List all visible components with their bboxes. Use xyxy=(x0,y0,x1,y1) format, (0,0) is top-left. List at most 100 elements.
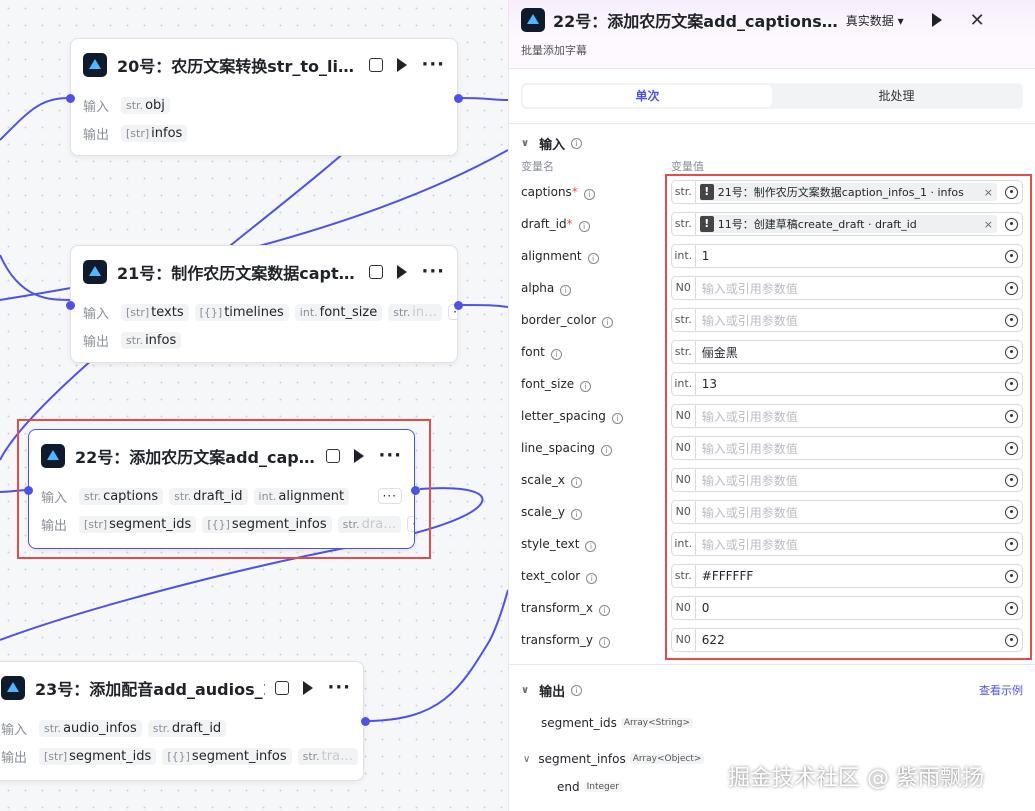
node-20[interactable]: 20号：农历文案转换str_to_li… ··· 输入 str. obj 输出 [… xyxy=(70,38,458,156)
node-21[interactable]: 21号：制作农历文案数据capt… ··· 输入 [str] texts [{}]… xyxy=(70,245,458,363)
variable-ref-icon[interactable] xyxy=(1005,281,1018,295)
input-port[interactable] xyxy=(66,94,75,103)
input-port[interactable] xyxy=(24,486,33,495)
variable-ref-icon[interactable] xyxy=(1005,569,1018,583)
highlight-box xyxy=(665,174,1032,660)
run-button[interactable] xyxy=(931,13,942,27)
input-section-header[interactable]: ∨ 输入 i xyxy=(509,128,1035,158)
tool-icon[interactable] xyxy=(369,58,384,72)
variable-ref-icon[interactable] xyxy=(1005,377,1018,391)
info-icon: i xyxy=(550,348,562,360)
info-icon: i xyxy=(578,220,590,232)
tab-batch[interactable]: 批处理 xyxy=(772,85,1021,107)
output-tag: [{}] segment_infos xyxy=(202,515,332,533)
variable-ref-icon[interactable] xyxy=(1005,441,1018,455)
info-icon: i xyxy=(571,508,583,520)
variable-ref-icon[interactable] xyxy=(1005,601,1018,615)
node-output-row: 输出 [str] infos xyxy=(71,119,457,147)
see-example-link[interactable]: 查看示例 xyxy=(979,682,1023,698)
param-list: captions* i str. ! 21号：制作农历文案数据caption_inf… xyxy=(509,174,1035,660)
output-tag: [str] infos xyxy=(121,124,188,142)
info-icon: i xyxy=(602,316,614,328)
node-input-row: 输入 [str] texts [{}] timelines int. font_siz… xyxy=(71,298,457,326)
output-tag: str. tra… xyxy=(297,747,359,765)
input-tag: str. obj xyxy=(121,96,170,114)
input-tag: [{}] timelines xyxy=(194,303,289,321)
watermark: 掘金技术社区 @ 紫雨飘扬 xyxy=(728,766,984,791)
run-node-button[interactable] xyxy=(397,58,408,72)
variable-ref-icon[interactable] xyxy=(1005,313,1018,327)
output-port[interactable] xyxy=(454,94,463,103)
divider xyxy=(509,664,1035,665)
chevron-down-icon: ∨ xyxy=(523,753,531,765)
info-icon: i xyxy=(571,476,583,488)
chevron-down-icon: ∨ xyxy=(521,684,530,696)
output-port[interactable] xyxy=(454,301,463,310)
plugin-logo-icon xyxy=(521,8,545,32)
info-icon: i xyxy=(598,604,610,616)
variable-ref-icon[interactable] xyxy=(1005,537,1018,551)
output-tag: str. dra… xyxy=(337,515,402,533)
node-input-row: 输入 str. audio_infos str. draft_id xyxy=(0,714,363,742)
info-icon: i xyxy=(601,444,613,456)
variable-ref-icon[interactable] xyxy=(1005,409,1018,423)
workflow-canvas[interactable]: 20号：农历文案转换str_to_li… ··· 输入 str. obj 输出 [… xyxy=(0,0,508,811)
variable-ref-icon[interactable] xyxy=(1005,345,1018,359)
info-icon: i xyxy=(583,188,595,200)
node-title: 20号：农历文案转换str_to_li… xyxy=(117,57,354,76)
variable-ref-icon[interactable] xyxy=(1005,473,1018,487)
run-node-button[interactable] xyxy=(354,449,365,463)
close-icon[interactable]: ✕ xyxy=(970,10,985,31)
divider xyxy=(509,68,1035,69)
panel-subtitle: 批量添加字幕 xyxy=(509,40,1035,68)
output-section-header[interactable]: ∨ 输出 i 查看示例 xyxy=(509,675,1035,705)
node-22[interactable]: 22号：添加农历文案add_cap… ··· 输入 str. captions s… xyxy=(28,429,415,549)
node-title: 23号：添加配音add_audios_1 xyxy=(35,680,266,699)
plugin-logo-icon xyxy=(83,260,107,284)
node-output-row: 输出 [str] segment_ids [{}] segment_infos st… xyxy=(29,510,414,538)
run-node-button[interactable] xyxy=(303,681,314,695)
data-mode-dropdown[interactable]: 真实数据 ▾ xyxy=(846,12,904,29)
node-input-row: 输入 str. captions str. draft_id int. alignme… xyxy=(29,482,414,510)
more-icon[interactable]: ··· xyxy=(421,56,445,74)
plugin-logo-icon xyxy=(83,53,107,77)
variable-ref-icon[interactable] xyxy=(1005,185,1018,199)
info-icon: i xyxy=(580,380,592,392)
more-icon[interactable]: ··· xyxy=(421,263,445,281)
info-icon: i xyxy=(586,572,598,584)
tool-icon[interactable] xyxy=(369,265,384,279)
input-tag: int. font_size xyxy=(294,303,383,321)
more-icon[interactable]: ··· xyxy=(327,679,351,697)
input-tag: str. in… xyxy=(388,303,443,321)
tab-single[interactable]: 单次 xyxy=(523,85,772,107)
info-icon: i xyxy=(560,284,572,296)
output-item: segment_ids Array<String> xyxy=(509,705,1035,741)
more-icon[interactable]: ··· xyxy=(378,447,402,465)
more-inputs-button[interactable]: ··· xyxy=(377,488,402,504)
variable-ref-icon[interactable] xyxy=(1005,505,1018,519)
tool-icon[interactable] xyxy=(326,449,341,463)
more-outputs-button[interactable]: ··· xyxy=(407,516,414,532)
divider xyxy=(509,123,1035,124)
input-tag: str. draft_id xyxy=(147,719,227,737)
input-tag: str. draft_id xyxy=(169,487,248,505)
output-tag: [str] segment_ids xyxy=(79,515,197,533)
output-tag: [{}] segment_infos xyxy=(162,747,292,765)
run-node-button[interactable] xyxy=(397,265,408,279)
variable-ref-icon[interactable] xyxy=(1005,249,1018,263)
input-port[interactable] xyxy=(66,301,75,310)
plugin-logo-icon xyxy=(41,444,65,468)
input-tag: [str] texts xyxy=(121,303,189,321)
node-23[interactable]: 23号：添加配音add_audios_1 ··· 输入 str. audio_in… xyxy=(0,661,364,781)
info-icon: i xyxy=(571,684,583,696)
variable-ref-icon[interactable] xyxy=(1005,633,1018,647)
variable-ref-icon[interactable] xyxy=(1005,217,1018,231)
output-port[interactable] xyxy=(361,717,370,726)
output-tag: str. infos xyxy=(121,331,182,349)
caret-down-icon: ▾ xyxy=(897,13,904,28)
output-port[interactable] xyxy=(411,486,420,495)
info-icon: i xyxy=(587,252,599,264)
tool-icon[interactable] xyxy=(275,681,290,695)
node-title: 22号：添加农历文案add_cap… xyxy=(75,448,315,467)
chevron-down-icon: ∨ xyxy=(521,137,530,149)
